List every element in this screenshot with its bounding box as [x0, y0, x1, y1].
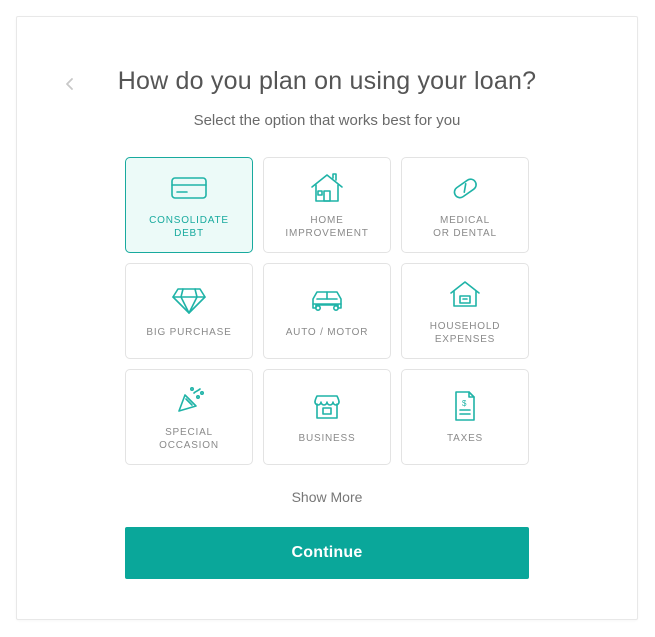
option-consolidate-debt[interactable]: CONSOLIDATE DEBT: [125, 157, 253, 253]
option-home-improvement[interactable]: HOME IMPROVEMENT: [263, 157, 391, 253]
page-subtitle: Select the option that works best for yo…: [17, 112, 637, 129]
option-label: MEDICAL OR DENTAL: [433, 214, 497, 241]
svg-text:$: $: [462, 399, 467, 408]
option-special-occasion[interactable]: SPECIAL OCCASION: [125, 369, 253, 465]
credit-card-icon: [169, 168, 209, 208]
home-expenses-icon: [446, 274, 484, 314]
option-taxes[interactable]: $ TAXES: [401, 369, 529, 465]
pill-icon: [448, 168, 482, 208]
option-household-expenses[interactable]: HOUSEHOLD EXPENSES: [401, 263, 529, 359]
option-label: BUSINESS: [299, 432, 356, 446]
option-label: TAXES: [447, 432, 483, 446]
house-icon: [308, 168, 346, 208]
option-medical-dental[interactable]: MEDICAL OR DENTAL: [401, 157, 529, 253]
car-icon: [307, 280, 347, 320]
party-icon: [172, 380, 206, 420]
document-icon: $: [451, 386, 479, 426]
back-button[interactable]: [63, 77, 77, 91]
option-business[interactable]: BUSINESS: [263, 369, 391, 465]
loan-purpose-card: How do you plan on using your loan? Sele…: [16, 16, 638, 620]
option-label: AUTO / MOTOR: [286, 326, 369, 340]
storefront-icon: [309, 386, 345, 426]
continue-button[interactable]: Continue: [125, 527, 529, 579]
option-label: HOUSEHOLD EXPENSES: [430, 320, 501, 347]
page-title: How do you plan on using your loan?: [17, 67, 637, 96]
option-label: SPECIAL OCCASION: [159, 426, 219, 453]
loan-options-grid: CONSOLIDATE DEBT HOME IMPROVEMENT: [17, 157, 637, 465]
show-more-link[interactable]: Show More: [17, 489, 637, 505]
diamond-icon: [171, 280, 207, 320]
option-label: BIG PURCHASE: [146, 326, 231, 340]
option-big-purchase[interactable]: BIG PURCHASE: [125, 263, 253, 359]
option-label: HOME IMPROVEMENT: [285, 214, 368, 241]
chevron-left-icon: [63, 77, 77, 91]
option-auto-motor[interactable]: AUTO / MOTOR: [263, 263, 391, 359]
option-label: CONSOLIDATE DEBT: [149, 214, 229, 241]
